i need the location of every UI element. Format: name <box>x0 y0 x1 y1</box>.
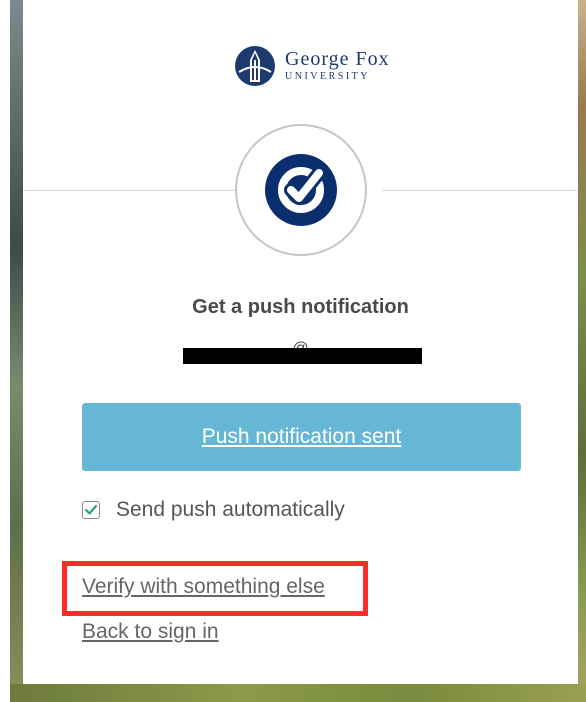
university-seal-icon <box>235 46 275 86</box>
okta-verify-check-icon <box>265 154 337 226</box>
background-photo-left <box>10 0 23 702</box>
logo-subtitle: UNIVERSITY <box>285 71 370 82</box>
logo-name: George Fox <box>285 48 390 70</box>
checkmark-icon <box>84 504 98 515</box>
back-to-sign-in-link[interactable]: Back to sign in <box>82 620 219 644</box>
divider-left <box>23 190 235 191</box>
push-notification-sent-button[interactable]: Push notification sent <box>82 403 521 471</box>
send-push-automatically-row[interactable]: Send push automatically <box>82 497 345 523</box>
george-fox-logo: George Fox UNIVERSITY <box>233 44 433 88</box>
sign-in-card: George Fox UNIVERSITY Get a push notific… <box>23 0 578 684</box>
send-push-checkbox[interactable] <box>82 501 100 519</box>
factor-beacon <box>235 124 367 256</box>
background-photo-right <box>578 0 586 702</box>
page-title: Get a push notification <box>192 296 409 318</box>
push-button-label: Push notification sent <box>201 425 402 448</box>
background-photo-bottom <box>10 684 586 702</box>
highlight-annotation <box>62 561 368 616</box>
redaction-bar <box>183 348 422 364</box>
divider-right <box>382 190 578 191</box>
send-push-label: Send push automatically <box>116 498 345 521</box>
